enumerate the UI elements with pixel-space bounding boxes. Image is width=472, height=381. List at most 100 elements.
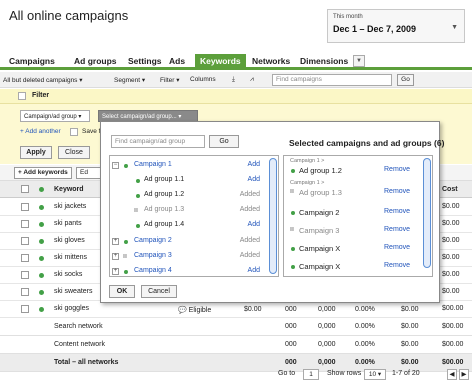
row-checkbox[interactable]	[21, 237, 29, 245]
expand-icon[interactable]: +	[112, 253, 119, 260]
campaign-select[interactable]: Campaign/ad group ▾	[20, 110, 90, 122]
column-header-cost[interactable]: Cost	[442, 186, 458, 193]
remove-link[interactable]: Remove	[384, 188, 410, 195]
column-header-keyword[interactable]: Keyword	[54, 186, 84, 193]
row-checkbox[interactable]	[21, 271, 29, 279]
status-dot-icon	[291, 211, 295, 215]
apply-button[interactable]: Apply	[20, 146, 52, 159]
value-cell: $0.00	[401, 306, 419, 313]
remove-link[interactable]: Remove	[384, 226, 410, 233]
tab-bar: Campaigns Ad groups Settings Ads Keyword…	[0, 54, 472, 70]
list-item[interactable]: Ad group 1.2 Added	[110, 190, 268, 203]
tab-keywords[interactable]: Keywords	[195, 54, 246, 70]
campaign-search-input[interactable]: Find campaign/ad group	[111, 135, 205, 148]
add-link[interactable]: Add	[248, 161, 260, 168]
value-cell: $0.00	[244, 306, 262, 313]
segment-dropdown[interactable]: Segment ▾	[114, 76, 145, 84]
list-item: Campaign 2 Remove	[284, 208, 424, 226]
rows-per-page-value: 10	[368, 371, 377, 378]
status-dot-icon	[124, 270, 128, 274]
list-item[interactable]: − Campaign 1 Add	[110, 160, 268, 173]
status-dot-icon	[39, 205, 44, 210]
value-cell: $0.00	[401, 359, 419, 366]
page-number-input[interactable]: 1	[303, 369, 319, 380]
value-cell: 0,000	[318, 306, 336, 313]
more-tabs-button[interactable]: ▼	[353, 55, 365, 67]
scrollbar[interactable]	[269, 158, 277, 274]
filter-dropdown[interactable]: Filter ▾	[160, 76, 180, 84]
campaign-search-go-button[interactable]: Go	[209, 135, 239, 148]
list-item[interactable]: Ad group 1.1 Add	[110, 175, 268, 188]
toolbar: All but deleted campaigns ▾ Segment ▾ Fi…	[0, 72, 472, 88]
tab-settings[interactable]: Settings	[128, 56, 162, 66]
next-page-icon[interactable]: ▶	[459, 369, 469, 380]
add-keywords-button[interactable]: + Add keywords	[14, 167, 72, 179]
row-checkbox[interactable]	[21, 254, 29, 262]
remove-link[interactable]: Remove	[384, 166, 410, 173]
filter-checkbox[interactable]	[18, 92, 26, 100]
row-checkbox[interactable]	[21, 305, 29, 313]
date-range-label: This month	[333, 14, 363, 20]
remove-link[interactable]: Remove	[384, 244, 410, 251]
added-label: Added	[239, 206, 260, 213]
expand-icon[interactable]: +	[112, 268, 119, 275]
keyword-cell[interactable]: ski mittens	[54, 254, 87, 261]
item-name: Campaign X	[299, 244, 341, 253]
row-checkbox[interactable]	[21, 288, 29, 296]
cost-cell: $00.00	[442, 305, 464, 312]
download-icon[interactable]: ⤓	[232, 76, 235, 84]
value-cell: 0.00%	[355, 323, 375, 330]
row-checkbox[interactable]	[21, 203, 29, 211]
tab-campaigns[interactable]: Campaigns	[9, 56, 55, 66]
keyword-cell[interactable]: ski pants	[54, 220, 82, 227]
scrollbar[interactable]	[423, 158, 431, 268]
tab-ads[interactable]: Ads	[169, 56, 185, 66]
remove-link[interactable]: Remove	[384, 208, 410, 215]
keyword-cell[interactable]: ski gloves	[54, 237, 85, 244]
status-filter-dropdown[interactable]: All but deleted campaigns ▾	[3, 76, 83, 84]
item-name: Campaign 2	[134, 237, 172, 244]
rows-per-page-select[interactable]: 10 ▾	[364, 369, 386, 380]
keyword-cell[interactable]: ski goggles	[54, 305, 89, 312]
save-filter-checkbox[interactable]	[70, 128, 78, 136]
collapse-icon[interactable]: −	[112, 162, 119, 169]
add-another-link[interactable]: + Add another	[20, 128, 61, 135]
add-link[interactable]: Add	[248, 267, 260, 274]
parent-label: Campaign 1 >	[290, 158, 325, 164]
status-dot-icon	[136, 179, 140, 183]
pause-icon: ıı	[290, 188, 294, 195]
add-link[interactable]: Add	[248, 221, 260, 228]
expand-icon[interactable]: +	[112, 238, 119, 245]
date-range-value: Dec 1 – Dec 7, 2009	[333, 24, 417, 34]
cost-cell: $0.00	[442, 288, 460, 295]
list-item: Campaign 1 > ıı Ad group 1.3 Remove	[284, 180, 424, 198]
tab-ad-groups[interactable]: Ad groups	[74, 56, 117, 66]
remove-link[interactable]: Remove	[384, 262, 410, 269]
keyword-cell[interactable]: ski sweaters	[54, 288, 93, 295]
row-checkbox[interactable]	[21, 220, 29, 228]
prev-page-icon[interactable]: ◀	[447, 369, 457, 380]
add-link[interactable]: Add	[248, 176, 260, 183]
adgroup-select-value: Select campaign/ad group...	[102, 114, 177, 120]
cancel-button[interactable]: Cancel	[141, 285, 177, 298]
list-item[interactable]: ıı Ad group 1.3 Added	[110, 205, 268, 218]
close-button[interactable]: Close	[58, 146, 90, 159]
tab-networks[interactable]: Networks	[252, 56, 290, 66]
tab-dimensions[interactable]: Dimensions	[300, 56, 348, 66]
list-item[interactable]: + Campaign 2 Added	[110, 236, 268, 249]
select-all-checkbox[interactable]	[21, 185, 29, 193]
go-to-label: Go to	[278, 370, 296, 377]
columns-button[interactable]: Columns	[190, 76, 216, 83]
filter-bar: Filter	[0, 89, 472, 104]
list-item[interactable]: + ıı Campaign 3 Added	[110, 251, 268, 264]
added-label: Added	[239, 237, 260, 244]
date-range-selector[interactable]: This month Dec 1 – Dec 7, 2009 ▼	[327, 9, 465, 43]
keyword-cell[interactable]: ski jackets	[54, 203, 86, 210]
graph-icon[interactable]: ⩘	[250, 76, 254, 84]
list-item[interactable]: Ad group 1.4 Add	[110, 220, 268, 233]
list-item[interactable]: + Campaign 4 Add	[110, 266, 268, 276]
search-go-button[interactable]: Go	[397, 74, 414, 86]
ok-button[interactable]: OK	[109, 285, 135, 298]
keyword-cell[interactable]: ski socks	[54, 271, 82, 278]
search-input[interactable]: Find campaigns	[272, 74, 392, 86]
